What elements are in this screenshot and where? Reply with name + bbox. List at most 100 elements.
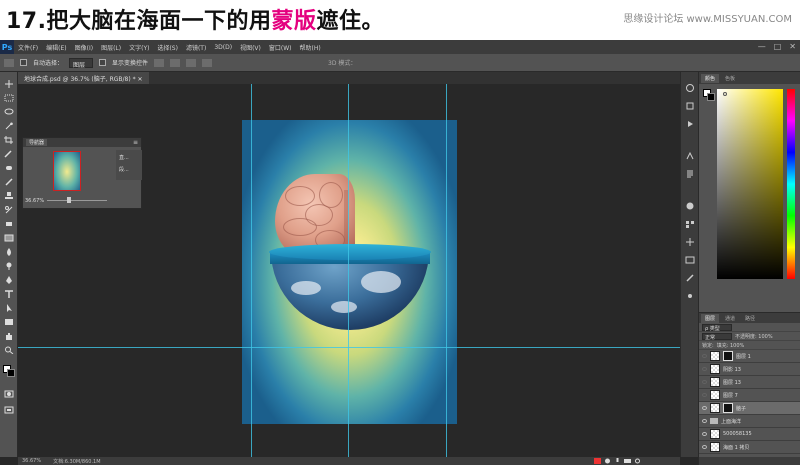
visibility-eye-icon[interactable] — [702, 445, 707, 449]
dodge-tool-icon[interactable] — [4, 262, 14, 270]
swatches-icon[interactable] — [685, 220, 695, 228]
navigator-zoom[interactable]: 36.67% — [25, 198, 44, 204]
healing-brush-tool-icon[interactable] — [4, 164, 14, 172]
layer-row[interactable]: 阴影 13 — [699, 363, 800, 376]
hand-tool-icon[interactable] — [4, 332, 14, 340]
visibility-eye-icon[interactable] — [702, 380, 707, 384]
quick-select-tool-icon[interactable] — [4, 122, 14, 130]
tab-channels[interactable]: 通道 — [721, 314, 739, 323]
menu-file[interactable]: 文件(F) — [14, 43, 42, 52]
layer-thumbnail[interactable] — [710, 351, 720, 361]
layer-row[interactable]: 图层 13 — [699, 376, 800, 389]
actions-icon[interactable] — [685, 120, 695, 128]
gradient-tool-icon[interactable] — [4, 234, 14, 242]
crop-tool-icon[interactable] — [4, 136, 14, 144]
distribute-icon[interactable] — [202, 58, 213, 67]
clone-stamp-tool-icon[interactable] — [4, 192, 14, 200]
move-tool-icon[interactable] — [4, 58, 14, 67]
info-icon[interactable] — [685, 84, 695, 92]
layer-thumbnail[interactable] — [710, 364, 720, 374]
quick-mask-icon[interactable] — [4, 390, 14, 398]
tray-lang-icon[interactable] — [604, 458, 611, 464]
layer-thumbnail[interactable] — [710, 429, 720, 439]
layer-thumbnail[interactable] — [710, 442, 720, 452]
layer-group-row[interactable]: 上面海洋 — [699, 415, 800, 428]
guide-vertical[interactable] — [348, 84, 349, 457]
guide-horizontal[interactable] — [18, 347, 698, 348]
tab-color[interactable]: 颜色 — [701, 73, 720, 83]
opacity-field[interactable]: 不透明度: 100% — [735, 333, 773, 340]
styles-icon[interactable] — [685, 256, 695, 264]
blur-tool-icon[interactable] — [4, 248, 14, 256]
menu-view[interactable]: 视图(V) — [236, 43, 265, 52]
panel-menu-icon[interactable]: ≡ — [133, 139, 138, 146]
guide-vertical[interactable] — [251, 84, 252, 457]
close-button[interactable]: ✕ — [789, 42, 796, 51]
tray-settings-icon[interactable] — [634, 458, 641, 464]
screen-mode-icon[interactable] — [4, 406, 14, 414]
layer-filter-dropdown[interactable]: ρ 类型 — [702, 323, 732, 332]
layer-row[interactable]: 海面 1 拷贝 — [699, 441, 800, 454]
layer-thumbnail[interactable] — [710, 403, 720, 413]
align-top-icon[interactable] — [154, 58, 165, 67]
tray-keyboard-icon[interactable] — [624, 458, 631, 464]
menu-edit[interactable]: 编辑(E) — [42, 43, 70, 52]
menu-select[interactable]: 选择(S) — [153, 43, 182, 52]
visibility-eye-icon[interactable] — [702, 354, 707, 358]
layer-row[interactable]: 500058135 — [699, 428, 800, 441]
ime-icon[interactable] — [594, 458, 601, 464]
maximize-button[interactable]: □ — [774, 42, 782, 51]
guide-vertical[interactable] — [446, 84, 447, 457]
layer-row[interactable]: 图层 7 — [699, 389, 800, 402]
layer-row[interactable]: 图层 1 — [699, 350, 800, 363]
move-tool-icon[interactable] — [4, 80, 14, 88]
document-canvas[interactable] — [242, 120, 457, 424]
character-icon[interactable] — [685, 152, 695, 160]
histogram-item[interactable]: 直... — [119, 154, 129, 161]
zoom-tool-icon[interactable] — [4, 346, 14, 355]
fill-field[interactable]: 填充: 100% — [717, 342, 745, 349]
history-brush-tool-icon[interactable] — [4, 206, 14, 214]
visibility-eye-icon[interactable] — [702, 406, 707, 410]
pen-tool-icon[interactable] — [4, 276, 14, 284]
menu-type[interactable]: 文字(Y) — [125, 43, 153, 52]
clone-source-icon[interactable] — [685, 292, 695, 300]
layer-row[interactable]: 脑子 — [699, 402, 800, 415]
navigator-tab[interactable]: 导航器 — [26, 139, 48, 146]
tab-swatches[interactable]: 色板 — [721, 74, 739, 83]
auto-select-checkbox[interactable] — [20, 59, 27, 66]
history-icon[interactable] — [685, 102, 695, 110]
menu-image[interactable]: 图像(I) — [71, 43, 97, 52]
paragraph-item[interactable]: 段... — [119, 166, 129, 173]
color-icon[interactable] — [685, 202, 695, 210]
background-color-swatch[interactable] — [7, 369, 15, 377]
shape-tool-icon[interactable] — [4, 318, 14, 326]
marquee-tool-icon[interactable] — [4, 94, 14, 102]
align-bottom-icon[interactable] — [186, 58, 197, 67]
lasso-tool-icon[interactable] — [4, 108, 14, 116]
status-zoom[interactable]: 36.67% — [22, 458, 41, 464]
visibility-eye-icon[interactable] — [702, 393, 707, 397]
show-transform-checkbox[interactable] — [99, 59, 107, 66]
color-saturation-field[interactable] — [717, 89, 783, 279]
navigator-zoom-knob[interactable] — [67, 197, 71, 203]
color-background-swatch[interactable] — [707, 93, 715, 101]
hue-slider[interactable] — [787, 89, 795, 279]
document-tab[interactable]: 地球合成.psd @ 36.7% (脑子, RGB/8) * ✕ — [18, 72, 149, 84]
adjustments-icon[interactable] — [685, 238, 695, 246]
path-select-tool-icon[interactable] — [4, 304, 14, 312]
type-tool-icon[interactable] — [4, 290, 14, 298]
layer-thumbnail[interactable] — [710, 390, 720, 400]
blend-mode-dropdown[interactable]: 正常 — [702, 332, 732, 341]
eraser-tool-icon[interactable] — [4, 220, 14, 228]
navigator-thumbnail[interactable] — [53, 151, 81, 191]
layer-mask-thumbnail[interactable] — [723, 403, 733, 413]
menu-window[interactable]: 窗口(W) — [265, 43, 296, 52]
menu-help[interactable]: 帮助(H) — [296, 43, 325, 52]
minimize-button[interactable]: — — [758, 42, 766, 51]
layer-thumbnail[interactable] — [710, 377, 720, 387]
menu-layer[interactable]: 图层(L) — [97, 43, 125, 52]
visibility-eye-icon[interactable] — [702, 432, 707, 436]
visibility-eye-icon[interactable] — [702, 419, 707, 423]
layer-mask-thumbnail[interactable] — [723, 351, 733, 361]
